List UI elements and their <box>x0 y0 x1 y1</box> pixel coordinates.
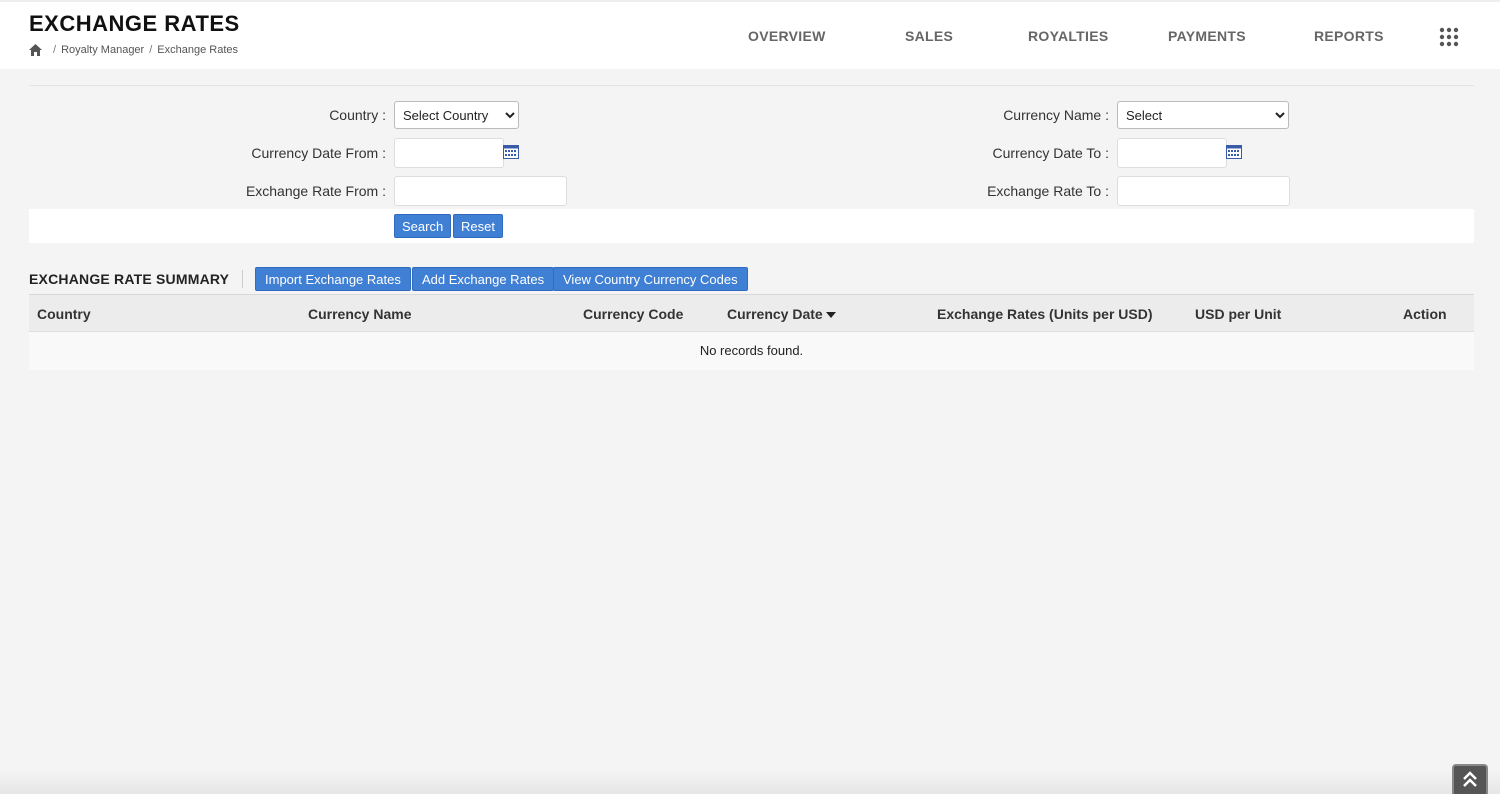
search-button[interactable]: Search <box>394 214 452 238</box>
apps-grid-icon[interactable] <box>1439 27 1459 47</box>
exchange-rate-to-input[interactable] <box>1117 176 1290 206</box>
calendar-icon[interactable] <box>503 145 519 159</box>
empty-message: No records found. <box>699 343 804 358</box>
column-action: Action <box>1403 306 1447 322</box>
currency-date-from-input[interactable] <box>394 138 504 168</box>
app-header: EXCHANGE RATES / Royalty Manager / Excha… <box>0 0 1500 69</box>
view-country-currency-codes-button[interactable]: View Country Currency Codes <box>553 267 748 291</box>
double-chevron-up-icon <box>1463 771 1477 787</box>
reset-button[interactable]: Reset <box>453 214 503 238</box>
column-exchange-rates[interactable]: Exchange Rates (Units per USD) <box>937 306 1153 322</box>
add-exchange-rates-button[interactable]: Add Exchange Rates <box>412 267 555 291</box>
summary-divider <box>242 270 243 288</box>
exchange-rate-from-input[interactable] <box>394 176 567 206</box>
main-nav: OVERVIEW SALES ROYALTIES PAYMENTS REPORT… <box>0 28 1500 48</box>
nav-royalties[interactable]: ROYALTIES <box>1028 28 1109 44</box>
column-country[interactable]: Country <box>37 306 91 322</box>
scroll-to-top-button[interactable] <box>1452 764 1488 794</box>
currency-date-to-label: Currency Date To : <box>992 145 1109 161</box>
footer-shade <box>0 770 1500 794</box>
exchange-rate-from-label: Exchange Rate From : <box>245 183 386 199</box>
table-header: Country Currency Name Currency Code Curr… <box>29 294 1474 332</box>
sort-down-icon <box>825 312 836 319</box>
currency-name-select[interactable]: Select <box>1117 101 1289 129</box>
column-usd-per-unit[interactable]: USD per Unit <box>1195 306 1281 322</box>
country-label: Country : <box>329 107 386 123</box>
exchange-rate-to-label: Exchange Rate To : <box>987 183 1109 199</box>
nav-overview[interactable]: OVERVIEW <box>748 28 826 44</box>
currency-date-from-label: Currency Date From : <box>251 145 386 161</box>
column-currency-code[interactable]: Currency Code <box>583 306 683 322</box>
import-exchange-rates-button[interactable]: Import Exchange Rates <box>255 267 411 291</box>
summary-title: EXCHANGE RATE SUMMARY <box>29 271 230 287</box>
column-currency-name[interactable]: Currency Name <box>308 306 412 322</box>
column-currency-date-label: Currency Date <box>727 306 823 322</box>
currency-date-to-input[interactable] <box>1117 138 1227 168</box>
nav-reports[interactable]: REPORTS <box>1314 28 1384 44</box>
calendar-icon[interactable] <box>1226 145 1242 159</box>
filter-panel: Country : Select Country Currency Name :… <box>29 85 1474 243</box>
column-currency-date[interactable]: Currency Date <box>727 306 836 322</box>
country-select[interactable]: Select Country <box>394 101 519 129</box>
currency-name-label: Currency Name : <box>1003 107 1109 123</box>
filter-button-bar: Search Reset <box>29 209 1474 243</box>
nav-sales[interactable]: SALES <box>905 28 953 44</box>
table-body: No records found. <box>29 332 1474 370</box>
nav-payments[interactable]: PAYMENTS <box>1168 28 1246 44</box>
